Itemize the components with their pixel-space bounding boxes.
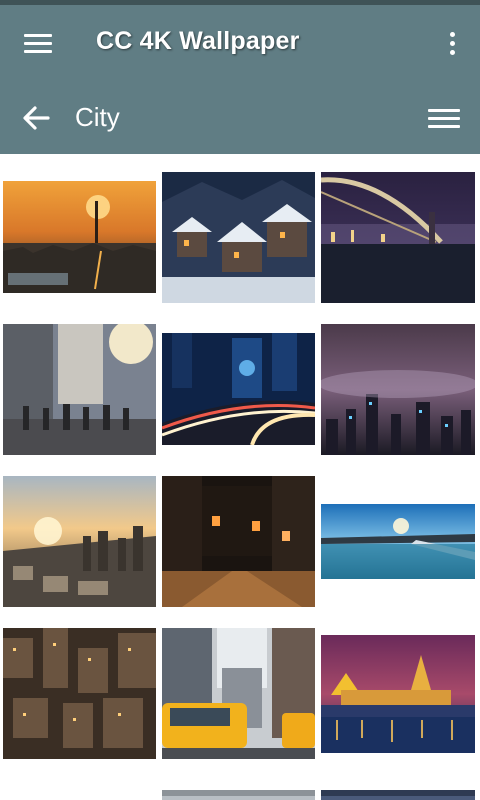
wallpaper-thumbnail[interactable]: [162, 628, 315, 759]
hamburger-menu-icon[interactable]: [18, 27, 58, 59]
category-bar: City: [0, 81, 480, 154]
arrow-left-icon[interactable]: [20, 103, 52, 133]
wallpaper-thumbnail[interactable]: [3, 181, 156, 293]
wallpaper-thumbnail[interactable]: [162, 476, 315, 607]
wallpaper-thumbnail[interactable]: [321, 790, 475, 800]
wallpaper-thumbnail[interactable]: [162, 790, 315, 800]
wallpaper-thumbnail[interactable]: [162, 172, 315, 303]
app-toolbar: CC 4K Wallpaper: [0, 5, 480, 81]
wallpaper-thumbnail[interactable]: [321, 172, 475, 303]
app-title: CC 4K Wallpaper: [96, 27, 300, 55]
category-title: City: [75, 102, 120, 132]
wallpaper-thumbnail[interactable]: [3, 476, 156, 607]
vertical-dots-icon[interactable]: [440, 29, 464, 57]
wallpaper-grid: [0, 154, 480, 800]
wallpaper-thumbnail[interactable]: [162, 333, 315, 445]
wallpaper-thumbnail[interactable]: [321, 635, 475, 753]
wallpaper-thumbnail[interactable]: [3, 324, 156, 455]
wallpaper-thumbnail[interactable]: [321, 504, 475, 579]
wallpaper-thumbnail[interactable]: [3, 628, 156, 759]
list-icon[interactable]: [428, 105, 460, 131]
wallpaper-thumbnail[interactable]: [321, 324, 475, 455]
